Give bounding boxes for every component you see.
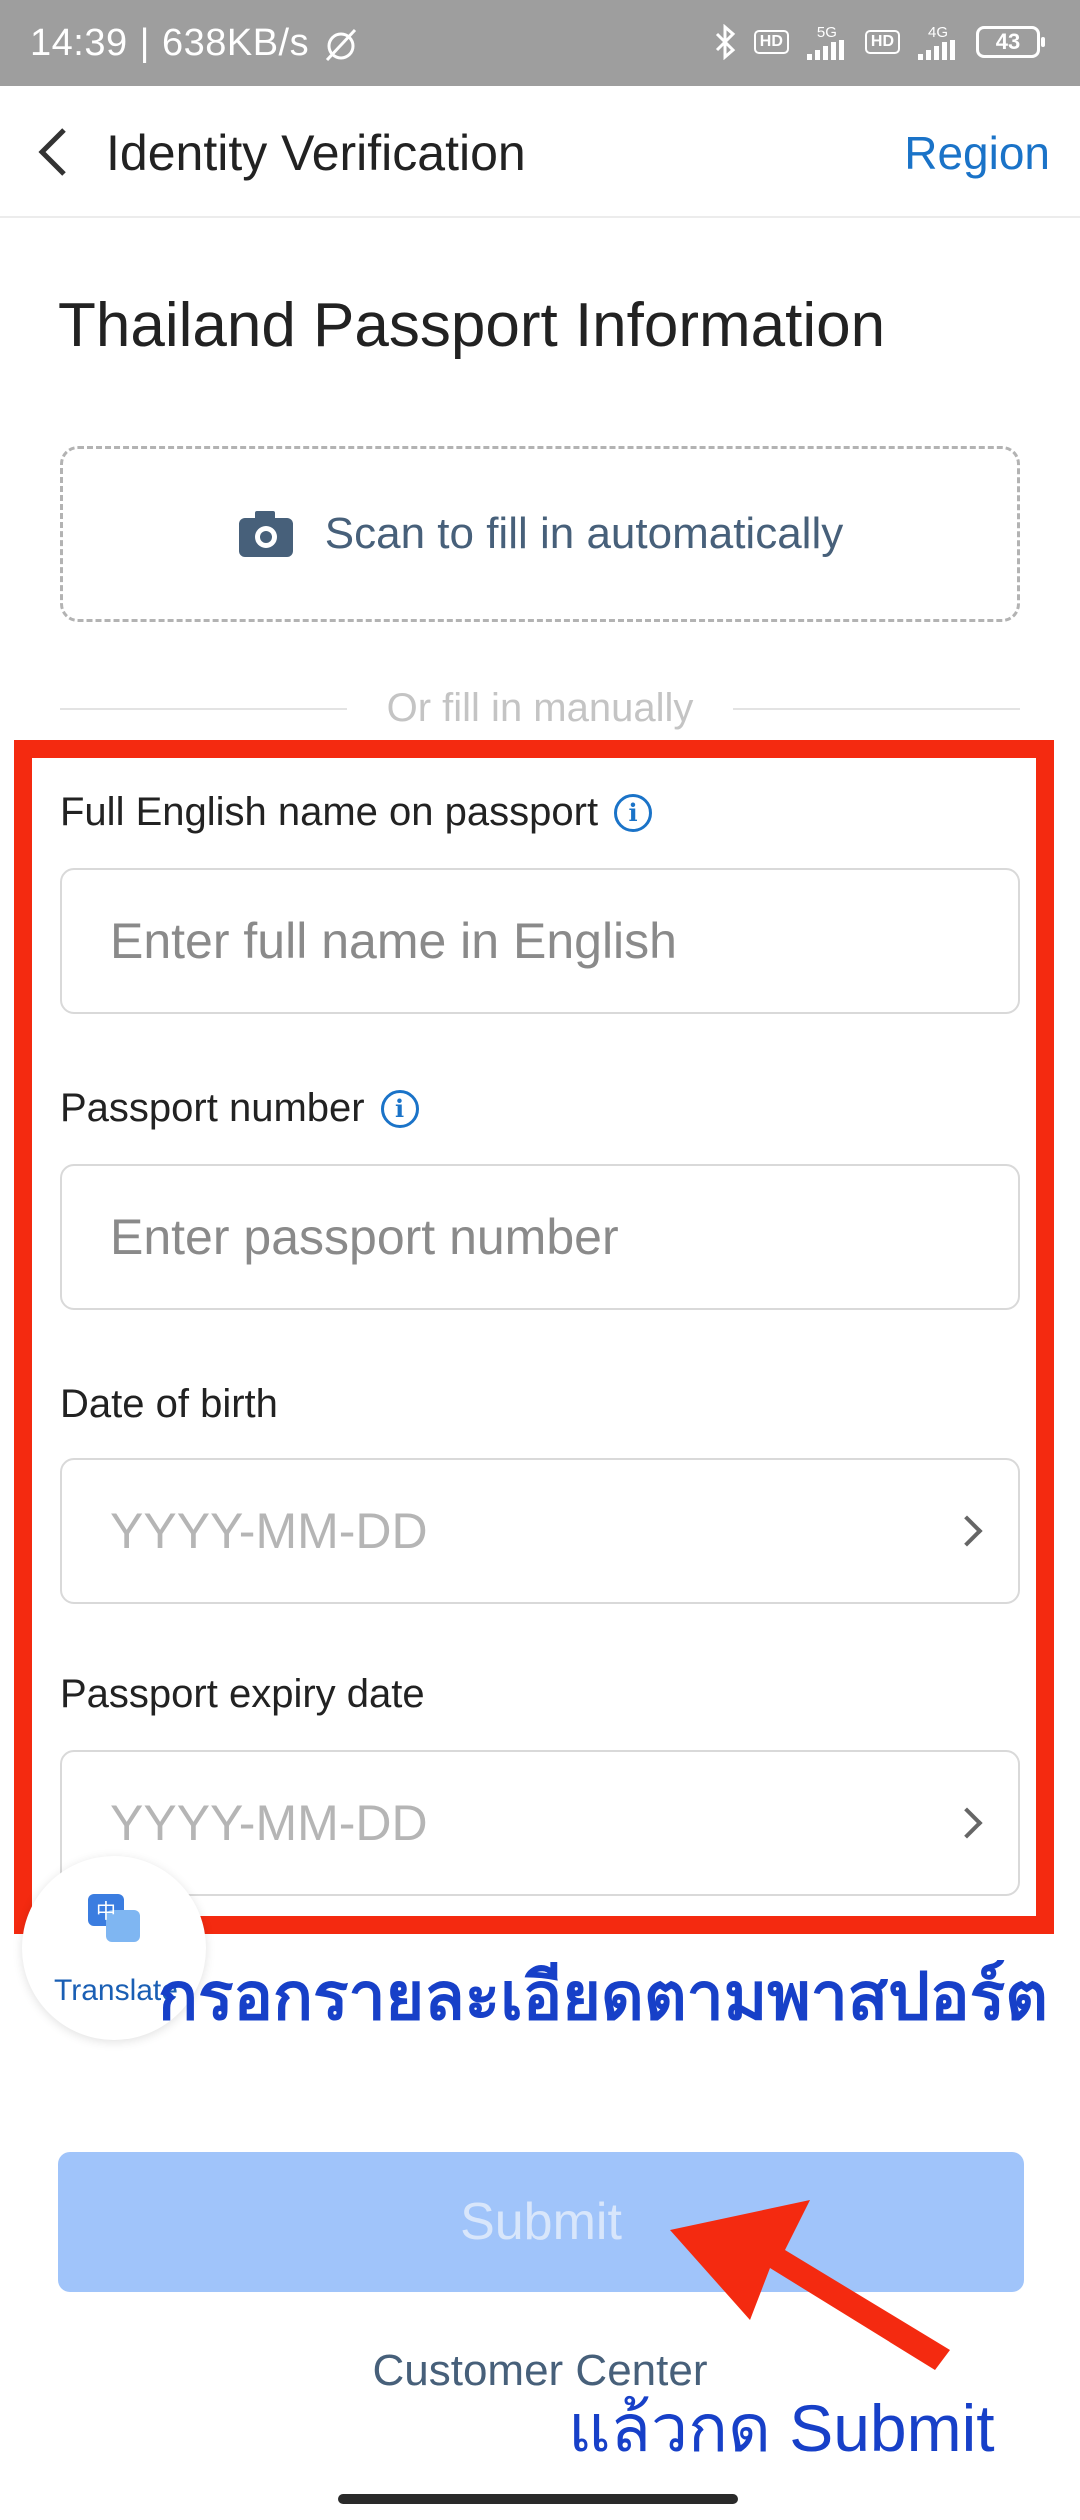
status-time: 14:39: [30, 22, 128, 64]
hd-badge-2: HD: [864, 30, 900, 54]
top-nav-bar: Identity Verification Region: [0, 86, 1080, 218]
signal-icon: [806, 39, 844, 60]
bluetooth-icon: [715, 24, 735, 60]
chevron-right-icon: [951, 1515, 983, 1547]
passport-number-input[interactable]: [110, 1208, 970, 1266]
back-button[interactable]: [28, 122, 78, 182]
network-4g-label: 4G: [927, 23, 948, 41]
battery-level: 43: [995, 29, 1021, 54]
scan-to-fill-button[interactable]: Scan to fill in automatically: [60, 446, 1020, 622]
network-5g: 5G: [806, 23, 847, 60]
info-icon[interactable]: i: [380, 1089, 419, 1128]
full-name-field[interactable]: [60, 868, 1020, 1014]
passport-number-field[interactable]: [60, 1164, 1020, 1310]
expiry-label-row: Passport expiry date: [60, 1672, 425, 1717]
chevron-left-icon: [38, 128, 66, 176]
full-name-input[interactable]: [110, 912, 970, 970]
dob-label-row: Date of birth: [60, 1382, 278, 1427]
dob-picker[interactable]: YYYY-MM-DD: [60, 1458, 1020, 1604]
passport-number-label-row: Passport number i: [60, 1086, 419, 1131]
region-link[interactable]: Region: [904, 126, 1050, 180]
status-bar: 14:39 | 638KB/s HD 5G HD 4G 43: [0, 0, 1080, 86]
translate-icon: 中: [88, 1894, 140, 1942]
network-4g: 4G: [918, 25, 958, 60]
signal-icon-2: [918, 39, 955, 60]
expiry-date-picker[interactable]: YYYY-MM-DD: [60, 1750, 1020, 1896]
scan-label: Scan to fill in automatically: [324, 509, 844, 558]
dob-placeholder: YYYY-MM-DD: [110, 1503, 428, 1559]
info-icon[interactable]: i: [614, 793, 653, 832]
camera-icon: [238, 511, 293, 557]
status-right: HD 5G HD 4G 43: [714, 23, 1045, 60]
divider-text: Or fill in manually: [386, 686, 694, 730]
home-indicator[interactable]: [338, 2494, 738, 2504]
header-title: Identity Verification: [106, 125, 526, 181]
expiry-placeholder: YYYY-MM-DD: [110, 1795, 428, 1851]
hd-badge: HD: [753, 30, 789, 54]
translate-glyph: 中: [96, 1899, 116, 1923]
chevron-right-icon: [951, 1807, 983, 1839]
expiry-label: Passport expiry date: [60, 1672, 425, 1716]
alarm-off-icon: [326, 28, 357, 61]
status-left: 14:39 | 638KB/s: [30, 22, 361, 65]
annotation-thai-instruction: กรอกรายละเอียดตามพาสปอร์ต: [158, 1959, 1048, 2033]
page-title: Thailand Passport Information: [58, 291, 886, 360]
annotation-submit-instruction: แล้วกด Submit: [568, 2391, 995, 2465]
submit-label: Submit: [460, 2193, 622, 2251]
network-5g-label: 5G: [816, 23, 837, 41]
dob-label: Date of birth: [60, 1382, 278, 1426]
passport-number-label: Passport number: [60, 1086, 365, 1130]
battery-icon: 43: [976, 26, 1045, 58]
full-name-label: Full English name on passport: [60, 790, 599, 834]
full-name-label-row: Full English name on passport i: [60, 790, 653, 835]
divider-line-right: [733, 707, 1021, 710]
status-network-speed: 638KB/s: [161, 22, 310, 64]
divider-line-left: [60, 707, 347, 710]
manual-divider: Or fill in manually: [60, 686, 1021, 731]
status-separator: |: [139, 22, 150, 64]
